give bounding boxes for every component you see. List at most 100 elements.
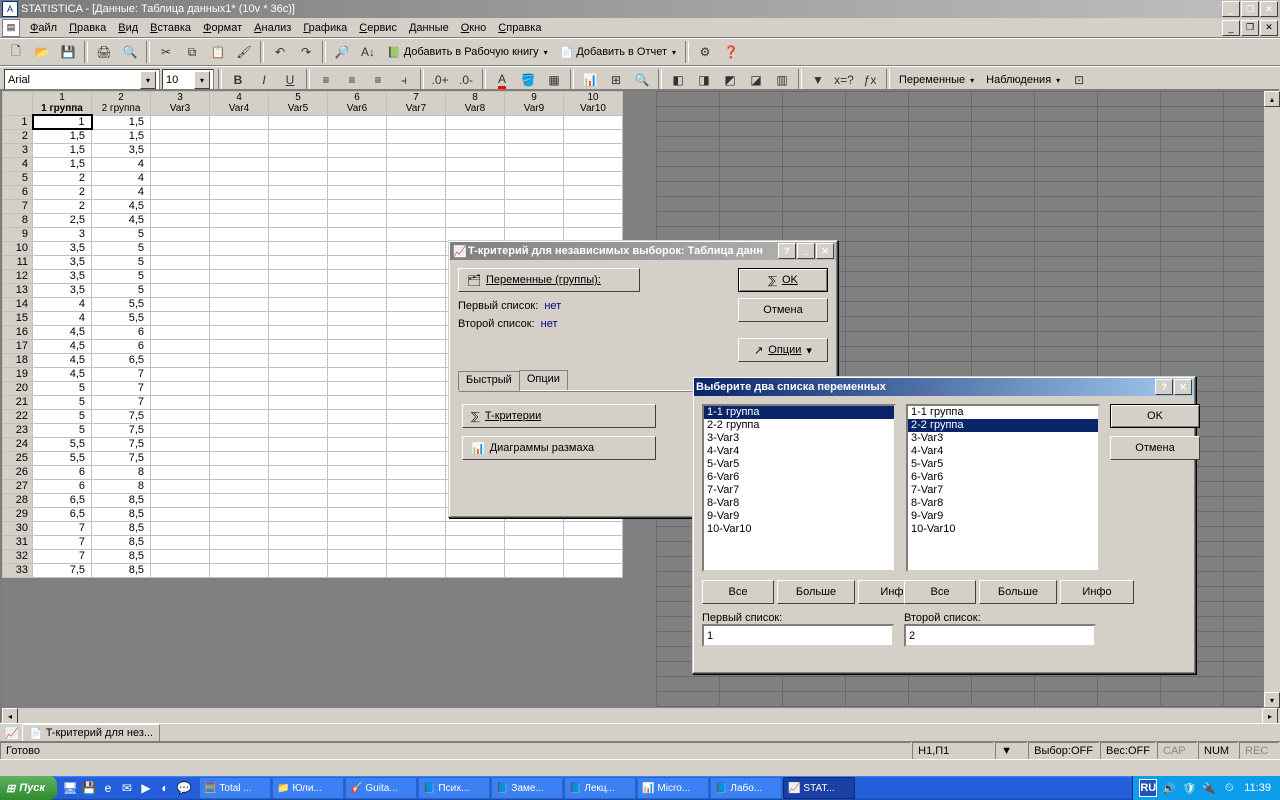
menu-Формат[interactable]: Формат (197, 20, 248, 36)
cell-r11-c3[interactable] (151, 255, 210, 269)
cell-r6-c10[interactable] (564, 185, 623, 199)
cell-r4-c8[interactable] (446, 157, 505, 171)
cell-r11-c2[interactable]: 5 (92, 255, 151, 269)
format-painter-icon[interactable]: 🖌 (232, 40, 256, 64)
col-header-1[interactable]: 11 группа (33, 92, 92, 116)
cell-r21-c4[interactable] (210, 395, 269, 409)
list1-item-6[interactable]: 7-Var7 (704, 484, 894, 497)
sort-icon[interactable]: A↓ (356, 40, 380, 64)
cell-r16-c2[interactable]: 6 (92, 325, 151, 339)
cell-r31-c7[interactable] (387, 535, 446, 549)
cell-r6-c7[interactable] (387, 185, 446, 199)
cell-r31-c8[interactable] (446, 535, 505, 549)
cell-r8-c7[interactable] (387, 213, 446, 227)
cell-r3-c1[interactable]: 1,5 (33, 143, 92, 157)
cell-r30-c7[interactable] (387, 521, 446, 535)
cell-r6-c6[interactable] (328, 185, 387, 199)
cell-r8-c4[interactable] (210, 213, 269, 227)
cell-r32-c10[interactable] (564, 549, 623, 563)
cell-r3-c8[interactable] (446, 143, 505, 157)
cell-r5-c8[interactable] (446, 171, 505, 185)
cell-r12-c7[interactable] (387, 269, 446, 283)
cell-r1-c1[interactable]: 1 (33, 115, 92, 129)
cell-r2-c2[interactable]: 1,5 (92, 129, 151, 143)
row-header-8[interactable]: 8 (3, 213, 33, 227)
paste-icon[interactable]: 📋 (206, 40, 230, 64)
ttest-ok-button[interactable]: ⅀OK (738, 268, 828, 292)
cell-r33-c10[interactable] (564, 563, 623, 577)
row-header-28[interactable]: 28 (3, 493, 33, 507)
cell-r9-c4[interactable] (210, 227, 269, 241)
mdi-minimize-button[interactable]: _ (1222, 20, 1240, 36)
taskbar-btn-7[interactable]: 📘Лабо... (710, 777, 782, 799)
taskbar-btn-3[interactable]: 📘Псих... (418, 777, 490, 799)
cell-r6-c2[interactable]: 4 (92, 185, 151, 199)
cell-r12-c2[interactable]: 5 (92, 269, 151, 283)
cell-r27-c2[interactable]: 8 (92, 479, 151, 493)
vertical-scrollbar[interactable]: ▴ ▾ (1263, 91, 1278, 708)
cell-r16-c1[interactable]: 4,5 (33, 325, 92, 339)
cell-r25-c6[interactable] (328, 451, 387, 465)
cell-r2-c1[interactable]: 1,5 (33, 129, 92, 143)
cell-r1-c9[interactable] (505, 115, 564, 129)
cell-r16-c4[interactable] (210, 325, 269, 339)
cell-r12-c3[interactable] (151, 269, 210, 283)
copy-icon[interactable]: ⧉ (180, 40, 204, 64)
cell-r10-c2[interactable]: 5 (92, 241, 151, 255)
list2-item-6[interactable]: 7-Var7 (908, 484, 1098, 497)
cell-r33-c4[interactable] (210, 563, 269, 577)
varselect-titlebar[interactable]: Выберите два списка переменных ? ✕ (694, 378, 1194, 396)
ql-media-icon[interactable]: ▶ (137, 779, 155, 797)
cell-r33-c1[interactable]: 7,5 (33, 563, 92, 577)
col-header-4[interactable]: 4Var4 (210, 92, 269, 116)
cell-r3-c5[interactable] (269, 143, 328, 157)
cell-r14-c2[interactable]: 5,5 (92, 297, 151, 311)
cell-r32-c9[interactable] (505, 549, 564, 563)
cell-r17-c4[interactable] (210, 339, 269, 353)
row-header-32[interactable]: 32 (3, 549, 33, 563)
cell-r32-c8[interactable] (446, 549, 505, 563)
col-header-5[interactable]: 5Var5 (269, 92, 328, 116)
row-header-7[interactable]: 7 (3, 199, 33, 213)
mdi-close-button[interactable]: ✕ (1260, 20, 1278, 36)
cell-r2-c8[interactable] (446, 129, 505, 143)
tray-volume-icon[interactable]: 🔊 (1161, 780, 1177, 796)
cell-r20-c6[interactable] (328, 381, 387, 395)
cell-r9-c7[interactable] (387, 227, 446, 241)
menu-Справка[interactable]: Справка (492, 20, 547, 36)
list2-item-1[interactable]: 2-2 группа (908, 419, 1098, 432)
preview-icon[interactable]: 🔍 (118, 40, 142, 64)
cell-r7-c5[interactable] (269, 199, 328, 213)
cell-r21-c3[interactable] (151, 395, 210, 409)
cell-r31-c6[interactable] (328, 535, 387, 549)
ql-player-icon[interactable]: ◐ (156, 779, 174, 797)
scroll-up-icon[interactable]: ▴ (1264, 91, 1280, 107)
cell-r9-c10[interactable] (564, 227, 623, 241)
cell-r22-c1[interactable]: 5 (33, 409, 92, 423)
menu-Данные[interactable]: Данные (403, 20, 455, 36)
cell-r20-c3[interactable] (151, 381, 210, 395)
cell-r20-c5[interactable] (269, 381, 328, 395)
cell-r21-c6[interactable] (328, 395, 387, 409)
cell-r23-c4[interactable] (210, 423, 269, 437)
cell-r6-c3[interactable] (151, 185, 210, 199)
cell-r30-c4[interactable] (210, 521, 269, 535)
cell-r3-c10[interactable] (564, 143, 623, 157)
cell-r16-c5[interactable] (269, 325, 328, 339)
tab-options[interactable]: Опции (519, 370, 568, 390)
cell-r14-c5[interactable] (269, 297, 328, 311)
cell-r32-c2[interactable]: 8,5 (92, 549, 151, 563)
cell-r7-c3[interactable] (151, 199, 210, 213)
list2-item-0[interactable]: 1-1 группа (908, 406, 1098, 419)
cell-r2-c7[interactable] (387, 129, 446, 143)
cell-r5-c9[interactable] (505, 171, 564, 185)
row-header-31[interactable]: 31 (3, 535, 33, 549)
cell-r20-c4[interactable] (210, 381, 269, 395)
cell-r14-c1[interactable]: 4 (33, 297, 92, 311)
cell-r1-c6[interactable] (328, 115, 387, 129)
varselect-first-input[interactable]: 1 (702, 624, 894, 647)
cell-r18-c3[interactable] (151, 353, 210, 367)
cell-r21-c1[interactable]: 5 (33, 395, 92, 409)
close-button[interactable]: ✕ (1260, 1, 1278, 17)
cell-r6-c5[interactable] (269, 185, 328, 199)
